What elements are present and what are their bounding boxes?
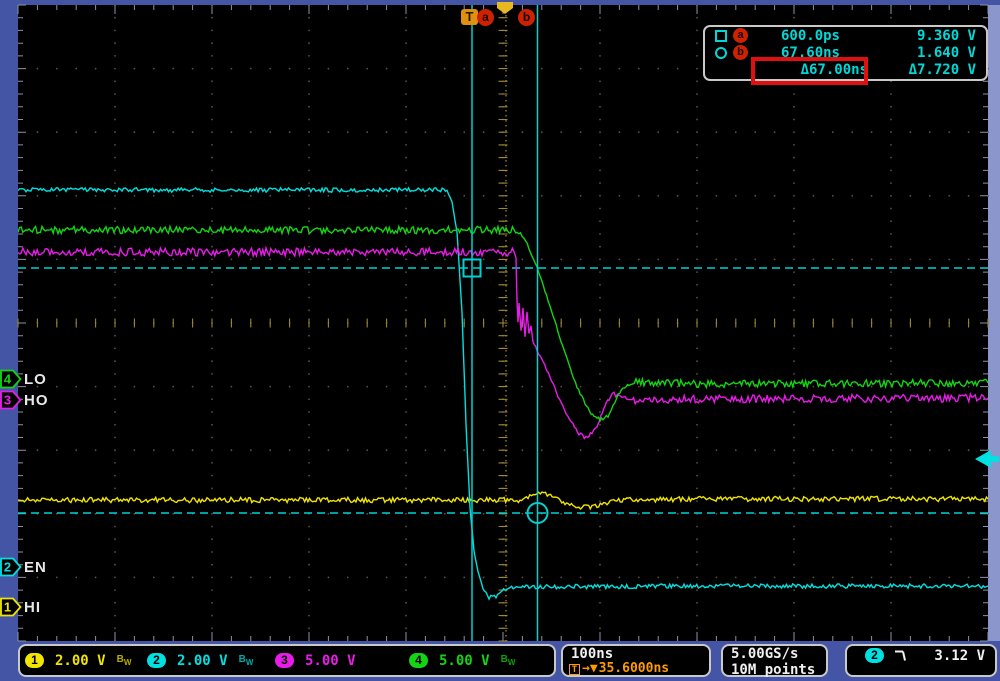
channel-3-scale: 5.00 V (305, 653, 356, 669)
trace-ch3-ho (18, 248, 988, 439)
channel-1-badge[interactable]: 1 (25, 653, 44, 668)
falling-edge-icon (894, 648, 910, 663)
cursor-a-time: 600.0ps (760, 28, 840, 44)
record-length: 10M points (723, 662, 826, 678)
timebase-box[interactable]: 100ns T →▼ 35.6000ns (561, 644, 711, 677)
delay-arrow-icon: →▼ (582, 662, 598, 676)
bandwidth-limit-icon: BW (117, 654, 132, 667)
trigger-level-value: 3.12 V (934, 648, 985, 664)
center-graticule-ticks (18, 5, 988, 641)
channel-2-badge[interactable]: 2 (147, 653, 166, 668)
trigger-delay-value: 35.6000ns (599, 662, 669, 676)
trigger-channel-badge[interactable]: 2 (865, 648, 884, 663)
trigger-delay-readout: T →▼ 35.6000ns (563, 662, 709, 676)
channel-2-scale: 2.00 V (177, 653, 228, 669)
cursor-a-flag[interactable]: a (477, 9, 494, 26)
channel-2-signal-label: EN (24, 559, 47, 576)
cursor-b-badge: b (733, 45, 748, 60)
waveform-traces (18, 188, 988, 599)
cursor-a-badge: a (733, 28, 748, 43)
channel-3-signal-label: HO (24, 392, 49, 409)
cursor-b-flag[interactable]: b (518, 9, 535, 26)
cursor-b-voltage: 1.640 V (856, 45, 976, 61)
sample-rate: 5.00GS/s (723, 646, 826, 662)
trigger-source-flag[interactable]: T (461, 9, 478, 25)
channel-settings-box[interactable]: 1 2.00 V BW 2 2.00 V BW 3 5.00 V BW 4 5.… (18, 644, 556, 677)
channel-2-position-badge[interactable]: 2 (0, 557, 22, 577)
cursor-a-voltage: 9.360 V (856, 28, 976, 44)
trace-ch2-en (18, 188, 988, 599)
cursor-a-readout-row: a 600.0ps 9.360 V (705, 28, 986, 44)
cursor-delta-voltage: Δ7.720 V (856, 62, 976, 78)
channel-4-badge[interactable]: 4 (409, 653, 428, 668)
timebase-scale: 100ns (563, 646, 709, 662)
channel-1-position-badge[interactable]: 1 (0, 597, 22, 617)
bandwidth-limit-icon: BW (239, 654, 254, 667)
oscilloscope-screen: T a b a 600.0ps 9.360 V b 67.60ns 1.640 … (0, 0, 1000, 681)
square-cursor-icon (715, 30, 727, 42)
trigger-level-arrow[interactable] (975, 450, 999, 468)
trigger-delay-icon: T (569, 664, 580, 675)
channel-1-readout[interactable]: 1 2.00 V BW (25, 646, 131, 675)
svg-text:3: 3 (4, 393, 11, 408)
channel-3-readout[interactable]: 3 5.00 V BW (275, 646, 381, 675)
trigger-settings-box[interactable]: 2 3.12 V (845, 644, 997, 677)
svg-text:1: 1 (4, 600, 11, 615)
highlight-annotation (751, 57, 868, 85)
acquisition-box[interactable]: 5.00GS/s 10M points (721, 644, 828, 677)
bandwidth-limit-icon: BW (501, 654, 516, 667)
circle-cursor-icon (715, 47, 727, 59)
channel-4-signal-label: LO (24, 371, 47, 388)
channel-2-readout[interactable]: 2 2.00 V BW (147, 646, 253, 675)
channel-4-readout[interactable]: 4 5.00 V BW (409, 646, 515, 675)
channel-3-badge[interactable]: 3 (275, 653, 294, 668)
scope-graticule-and-traces (0, 0, 1000, 681)
channel-4-position-badge[interactable]: 4 (0, 369, 22, 389)
channel-3-position-badge[interactable]: 3 (0, 390, 22, 410)
svg-text:4: 4 (4, 372, 12, 387)
channel-1-scale: 2.00 V (55, 653, 106, 669)
channel-1-signal-label: HI (24, 599, 41, 616)
channel-4-scale: 5.00 V (439, 653, 490, 669)
svg-text:2: 2 (4, 560, 11, 575)
